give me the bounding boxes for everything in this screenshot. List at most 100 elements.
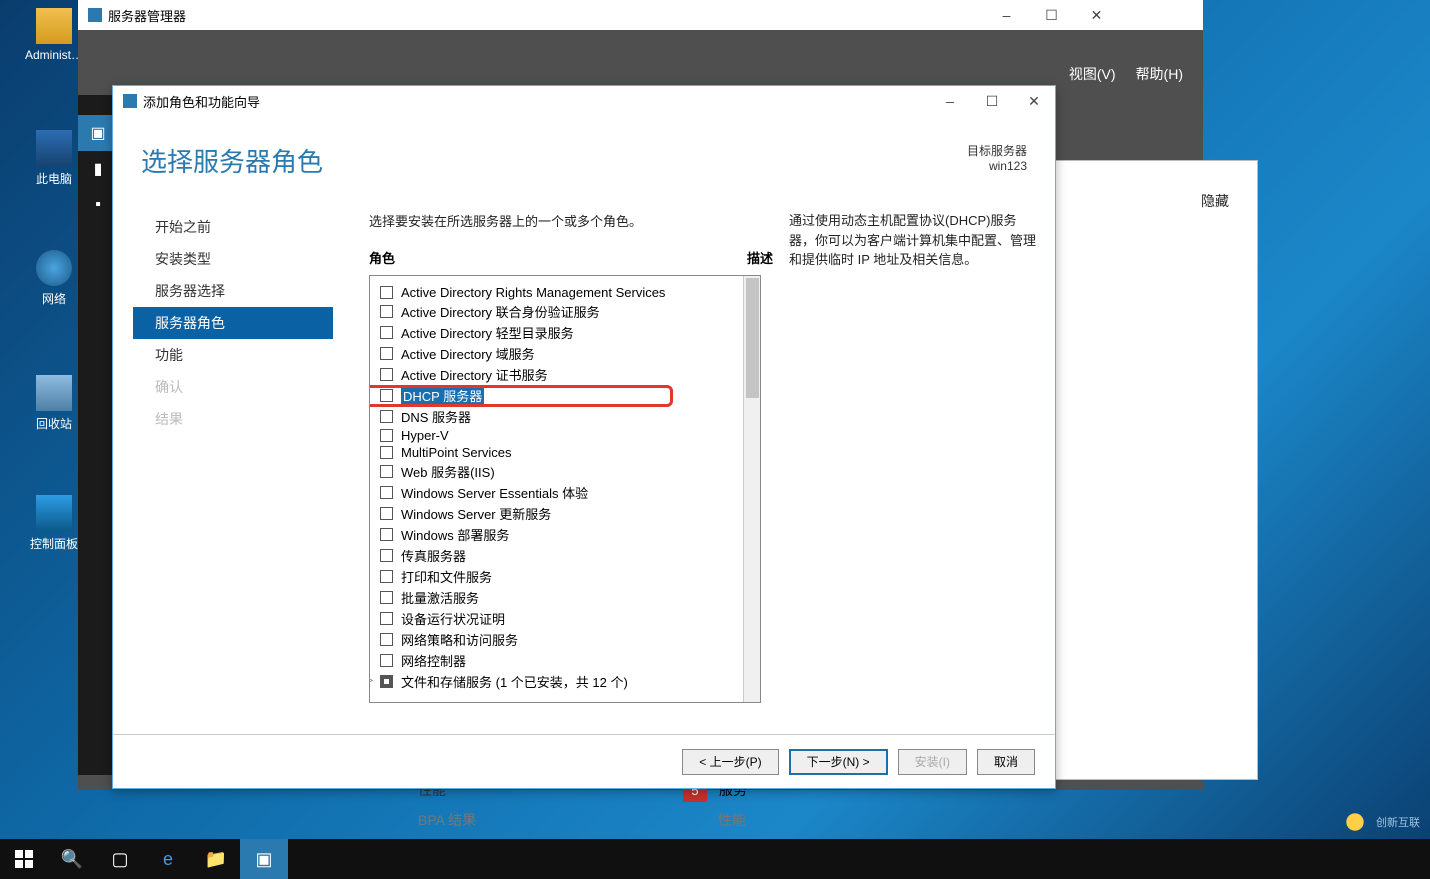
taskbar: 🔍 ▢ e 📁 ▣ xyxy=(0,839,1430,879)
role-checkbox[interactable] xyxy=(380,389,393,402)
role-checkbox-row[interactable]: 批量激活服务 xyxy=(370,587,760,608)
install-button: 安装(I) xyxy=(898,749,967,775)
role-checkbox[interactable] xyxy=(380,675,393,688)
role-description-text: 通过使用动态主机配置协议(DHCP)服务器，你可以为客户端计算机集中配置、管理和… xyxy=(789,211,1037,270)
role-checkbox-row[interactable]: Windows 部署服务 xyxy=(370,524,760,545)
roles-listbox[interactable]: Active Directory Rights Management Servi… xyxy=(369,275,761,703)
roles-column-head: 角色 xyxy=(369,248,395,267)
expander-icon[interactable]: ▹ xyxy=(369,675,378,685)
wizard-target: 目标服务器 win123 xyxy=(967,142,1027,173)
perf-label-2: 性能 xyxy=(718,812,746,828)
role-label: 传真服务器 xyxy=(401,546,466,565)
role-checkbox-row[interactable]: Windows Server Essentials 体验 xyxy=(370,482,760,503)
next-button[interactable]: 下一步(N) > xyxy=(789,749,888,775)
hide-link[interactable]: 隐藏 xyxy=(1201,191,1229,211)
role-checkbox-row[interactable]: ▹ 文件和存储服务 (1 个已安装，共 12 个) xyxy=(370,671,760,692)
role-checkbox[interactable] xyxy=(380,286,393,299)
role-checkbox-row[interactable]: 设备运行状况证明 xyxy=(370,608,760,629)
role-label: DHCP 服务器 xyxy=(401,386,484,405)
add-roles-wizard: 添加角色和功能向导 – ☐ ✕ 选择服务器角色 目标服务器 win123 开始之… xyxy=(112,85,1056,789)
role-checkbox-row[interactable]: 打印和文件服务 xyxy=(370,566,760,587)
role-checkbox[interactable] xyxy=(380,326,393,339)
wizard-nav-item[interactable]: 开始之前 xyxy=(133,211,333,243)
ie-icon[interactable]: e xyxy=(144,839,192,879)
taskview-button[interactable]: ▢ xyxy=(96,839,144,879)
role-checkbox-row[interactable]: Hyper-V xyxy=(370,427,760,444)
role-checkbox[interactable] xyxy=(380,654,393,667)
role-checkbox-row[interactable]: Active Directory 域服务 xyxy=(370,343,760,364)
menu-help[interactable]: 帮助(H) xyxy=(1136,64,1183,84)
role-label: 文件和存储服务 (1 个已安装，共 12 个) xyxy=(401,672,628,691)
minimize-button[interactable]: – xyxy=(984,0,1029,30)
role-checkbox[interactable] xyxy=(380,570,393,583)
start-button[interactable] xyxy=(0,839,48,879)
server-manager-title-text: 服务器管理器 xyxy=(108,6,186,25)
wizard-maximize-button[interactable]: ☐ xyxy=(971,86,1013,116)
role-label: Active Directory 证书服务 xyxy=(401,365,548,384)
target-server-name: win123 xyxy=(967,159,1027,173)
role-label: Active Directory 域服务 xyxy=(401,344,535,363)
role-label: MultiPoint Services xyxy=(401,445,512,460)
role-label: Web 服务器(IIS) xyxy=(401,462,495,481)
role-checkbox-row[interactable]: Active Directory 证书服务 xyxy=(370,364,760,385)
role-checkbox[interactable] xyxy=(380,507,393,520)
maximize-button[interactable]: ☐ xyxy=(1029,0,1074,30)
role-label: Active Directory 轻型目录服务 xyxy=(401,323,574,342)
role-checkbox[interactable] xyxy=(380,486,393,499)
role-label: Windows 部署服务 xyxy=(401,525,509,544)
role-checkbox[interactable] xyxy=(380,633,393,646)
role-label: Windows Server Essentials 体验 xyxy=(401,483,588,502)
role-description: 通过使用动态主机配置协议(DHCP)服务器，你可以为客户端计算机集中配置、管理和… xyxy=(789,211,1037,270)
role-checkbox[interactable] xyxy=(380,612,393,625)
role-checkbox[interactable] xyxy=(380,429,393,442)
menu-view[interactable]: 视图(V) xyxy=(1069,64,1116,84)
role-checkbox-row[interactable]: Web 服务器(IIS) xyxy=(370,461,760,482)
role-checkbox[interactable] xyxy=(380,305,393,318)
role-checkbox[interactable] xyxy=(380,549,393,562)
role-label: Active Directory 联合身份验证服务 xyxy=(401,302,600,321)
role-checkbox-row[interactable]: DNS 服务器 xyxy=(370,406,760,427)
wizard-nav-item[interactable]: 安装类型 xyxy=(133,243,333,275)
role-checkbox-row[interactable]: Active Directory 轻型目录服务 xyxy=(370,322,760,343)
wizard-title-text: 添加角色和功能向导 xyxy=(143,92,260,111)
wizard-nav-item[interactable]: 服务器选择 xyxy=(133,275,333,307)
server-manager-taskbar-icon[interactable]: ▣ xyxy=(240,839,288,879)
role-label: 网络策略和访问服务 xyxy=(401,630,518,649)
role-checkbox-row[interactable]: DHCP 服务器 xyxy=(370,385,760,406)
wizard-nav: 开始之前安装类型服务器选择服务器角色功能确认结果 xyxy=(133,211,333,435)
wizard-minimize-button[interactable]: – xyxy=(929,86,971,116)
wizard-close-button[interactable]: ✕ xyxy=(1013,86,1055,116)
role-checkbox[interactable] xyxy=(380,591,393,604)
wizard-nav-item[interactable]: 服务器角色 xyxy=(133,307,333,339)
watermark-text: 创新互联 xyxy=(1376,814,1420,830)
wizard-nav-item[interactable]: 功能 xyxy=(133,339,333,371)
search-button[interactable]: 🔍 xyxy=(48,839,96,879)
explorer-icon[interactable]: 📁 xyxy=(192,839,240,879)
role-checkbox-row[interactable]: Windows Server 更新服务 xyxy=(370,503,760,524)
cancel-button[interactable]: 取消 xyxy=(977,749,1035,775)
role-label: DNS 服务器 xyxy=(401,407,471,426)
role-checkbox-row[interactable]: 网络策略和访问服务 xyxy=(370,629,760,650)
role-checkbox[interactable] xyxy=(380,410,393,423)
target-label: 目标服务器 xyxy=(967,142,1027,159)
wizard-heading: 选择服务器角色 xyxy=(141,142,323,179)
role-checkbox[interactable] xyxy=(380,446,393,459)
role-label: Windows Server 更新服务 xyxy=(401,504,551,523)
role-checkbox[interactable] xyxy=(380,528,393,541)
wizard-titlebar: 添加角色和功能向导 xyxy=(113,86,1055,116)
bpa-label: BPA 结果 xyxy=(418,812,476,828)
role-checkbox-row[interactable]: MultiPoint Services xyxy=(370,444,760,461)
role-checkbox[interactable] xyxy=(380,465,393,478)
role-checkbox-row[interactable]: 传真服务器 xyxy=(370,545,760,566)
watermark-logo-icon xyxy=(1340,807,1370,837)
close-button[interactable]: ✕ xyxy=(1074,0,1119,30)
role-checkbox-row[interactable]: Active Directory Rights Management Servi… xyxy=(370,284,760,301)
role-label: Active Directory Rights Management Servi… xyxy=(401,285,665,300)
role-checkbox-row[interactable]: Active Directory 联合身份验证服务 xyxy=(370,301,760,322)
role-checkbox[interactable] xyxy=(380,347,393,360)
wizard-nav-item: 结果 xyxy=(133,403,333,435)
role-checkbox[interactable] xyxy=(380,368,393,381)
server-manager-icon xyxy=(88,8,102,22)
previous-button[interactable]: < 上一步(P) xyxy=(682,749,778,775)
role-checkbox-row[interactable]: 网络控制器 xyxy=(370,650,760,671)
